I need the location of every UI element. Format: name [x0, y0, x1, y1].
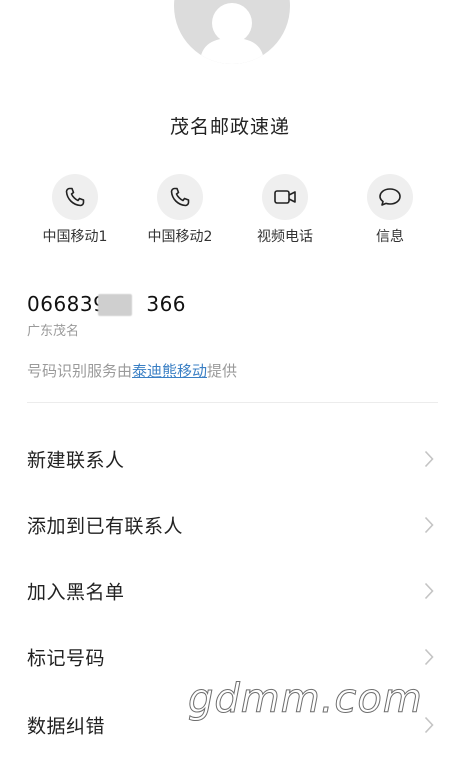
call-sim2-button[interactable]: 中国移动2: [135, 174, 225, 246]
phone-icon: [52, 174, 98, 220]
watermark: gdmm.com: [188, 676, 423, 723]
redaction-mask: [98, 294, 132, 316]
chevron-right-icon: [424, 516, 434, 534]
service-suffix: 提供: [207, 362, 238, 380]
message-button[interactable]: 信息: [345, 174, 435, 246]
phone-number-prefix: 066839: [27, 292, 107, 316]
avatar: [174, 0, 290, 64]
service-notice: 号码识别服务由泰迪熊移动提供: [27, 360, 237, 381]
menu-item-label: 标记号码: [27, 647, 106, 670]
action-label: 中国移动1: [42, 229, 108, 245]
contact-name: 茂名邮政速递: [169, 116, 290, 138]
person-icon: [200, 3, 264, 64]
chevron-right-icon: [424, 716, 434, 734]
service-provider-link[interactable]: 泰迪熊移动: [132, 362, 207, 380]
chevron-right-icon: [424, 450, 434, 468]
menu-item-add-to-existing[interactable]: 添加到已有联系人: [0, 492, 460, 558]
menu-item-new-contact[interactable]: 新建联系人: [0, 426, 460, 492]
call-sim1-button[interactable]: 中国移动1: [30, 174, 120, 246]
chevron-right-icon: [424, 648, 434, 666]
divider: [27, 402, 438, 403]
action-label: 视频电话: [257, 229, 313, 245]
action-label: 信息: [376, 229, 404, 245]
phone-number-suffix: 366: [146, 292, 187, 316]
service-prefix: 号码识别服务由: [27, 362, 133, 380]
video-call-icon: [262, 174, 308, 220]
message-icon: [367, 174, 413, 220]
number-location: 广东茂名: [27, 324, 80, 339]
menu-item-label: 添加到已有联系人: [27, 515, 184, 538]
menu-item-label: 加入黑名单: [27, 581, 125, 604]
menu-item-label: 新建联系人: [27, 449, 125, 472]
video-call-button[interactable]: 视频电话: [240, 174, 330, 246]
action-label: 中国移动2: [147, 229, 213, 245]
menu-item-blacklist[interactable]: 加入黑名单: [0, 558, 460, 624]
menu-item-label: 数据纠错: [27, 715, 106, 738]
phone-icon: [157, 174, 203, 220]
chevron-right-icon: [424, 582, 434, 600]
